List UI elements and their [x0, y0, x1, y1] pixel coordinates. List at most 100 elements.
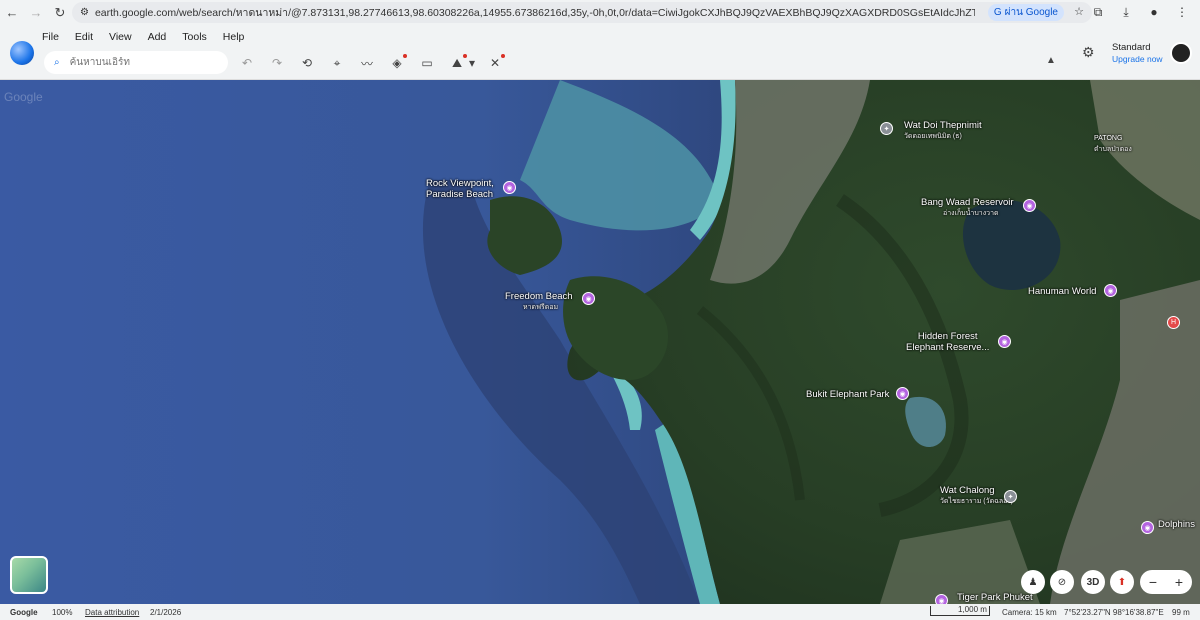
place-label-bukit-elephant[interactable]: Bukit Elephant Park — [806, 389, 889, 400]
lab-tools-icon[interactable]: ✕ — [484, 53, 506, 73]
menu-tools[interactable]: Tools — [182, 31, 207, 43]
place-name: Dolphins — [1158, 519, 1195, 530]
place-pin-bukit-elephant[interactable]: ◉ — [896, 387, 909, 400]
profile-icon[interactable]: ● — [1144, 2, 1164, 22]
path-icon[interactable]: 〰 — [356, 53, 378, 73]
place-name: Hidden Forest — [917, 331, 978, 342]
measure-icon[interactable]: ▭ — [416, 53, 438, 73]
undo-icon[interactable]: ↶ — [236, 53, 258, 73]
download-icon[interactable]: ⤓ — [1116, 2, 1136, 22]
place-label-hanuman-world[interactable]: Hanuman World — [1028, 286, 1096, 297]
menu-help[interactable]: Help — [223, 31, 245, 43]
place-pin-rock-viewpoint[interactable]: ◉ — [503, 181, 516, 194]
menu-add[interactable]: Add — [148, 31, 167, 43]
translate-icon: G — [993, 7, 1002, 18]
search-input[interactable] — [69, 57, 210, 68]
place-label-wat-chalong[interactable]: Wat Chalong วัดไชยธาราม (วัดฉลอง) — [940, 485, 1013, 507]
overlay-alert-dot — [463, 54, 467, 58]
earth-logo-icon[interactable] — [10, 41, 34, 65]
place-name-line2: Elephant Reserve... — [906, 342, 990, 353]
town-label-patong: PATONG ตำบลป่าตอง — [1094, 133, 1132, 155]
place-name: Rock Viewpoint, — [426, 178, 494, 189]
image-overlay-icon[interactable]: ⛰ — [446, 53, 468, 73]
layers-icon[interactable]: ◈ — [386, 53, 408, 73]
bookmark-star-icon[interactable]: ☆ — [1074, 5, 1084, 18]
map-style-thumbnail[interactable] — [10, 556, 48, 594]
chevron-up-icon[interactable]: ▲ — [1046, 55, 1060, 69]
place-pin-bang-waad[interactable]: ◉ — [1023, 199, 1036, 212]
menu-view[interactable]: View — [109, 31, 132, 43]
search-box[interactable]: ⌕ — [44, 51, 228, 74]
history-icon[interactable]: ⟲ — [296, 53, 318, 73]
zoom-in-button[interactable]: + — [1175, 574, 1183, 590]
camera-altitude: Camera: 15 km — [1002, 608, 1057, 617]
place-subname: วัดดอยเทพนิมิต (ธ) — [904, 133, 962, 140]
place-pin-wat-chalong[interactable]: ✦ — [1004, 490, 1017, 503]
compass-icon[interactable]: ⬆ — [1110, 570, 1134, 594]
browser-actions: ⧉ ⤓ ● ⋮ — [1088, 2, 1192, 22]
back-icon[interactable]: ← — [0, 1, 24, 25]
place-label-tiger-park[interactable]: Tiger Park Phuket — [957, 592, 1033, 603]
place-label-rock-viewpoint[interactable]: Rock Viewpoint, Paradise Beach — [426, 178, 494, 200]
place-label-bang-waad[interactable]: Bang Waad Reservoir อ่างเก็บน้ำบางวาด — [921, 197, 1014, 219]
earth-window: ← → ↻ ⚙ earth.google.com/web/search/หาดน… — [0, 0, 1200, 620]
lab-alert-dot — [501, 54, 505, 58]
place-pin-tiger-park[interactable]: ◉ — [935, 594, 948, 604]
place-name: Bukit Elephant Park — [806, 389, 890, 400]
hospital-pin-icon[interactable]: H — [1167, 316, 1180, 329]
menu-edit[interactable]: Edit — [75, 31, 93, 43]
tool-row: ↶ ↷ ⟲ ⌖ 〰 ◈ ▭ ⛰ ▾ ✕ — [236, 53, 514, 73]
place-name: Bang Waad Reservoir — [921, 197, 1014, 208]
place-subname: หาดฟรีดอม — [523, 304, 559, 311]
site-info-icon[interactable]: ⚙ — [80, 7, 89, 18]
translate-chip[interactable]: G ผ่าน Google — [987, 4, 1064, 21]
extensions-icon[interactable]: ⧉ — [1088, 2, 1108, 22]
menu-bar: File Edit View Add Tools Help — [42, 31, 244, 43]
more-icon[interactable]: ⋮ — [1172, 2, 1192, 22]
overlay-dropdown-icon[interactable]: ▾ — [468, 53, 476, 73]
status-bar: Google 100% Data attribution 2/1/2026 1,… — [0, 604, 1200, 620]
menu-file[interactable]: File — [42, 31, 59, 43]
town-subname: ตำบลป่าตอง — [1094, 146, 1132, 153]
place-label-hidden-forest[interactable]: Hidden Forest Elephant Reserve... — [906, 331, 989, 353]
pegman-icon[interactable]: ♟ — [1021, 570, 1045, 594]
place-label-dolphins[interactable]: Dolphins — [1158, 519, 1195, 530]
tilt-reset-icon[interactable]: ⊘ — [1050, 570, 1074, 594]
zoom-control: − + — [1140, 570, 1192, 594]
google-brand: Google — [10, 608, 38, 617]
faint-map-text: Google — [4, 90, 43, 104]
scale-bar — [930, 606, 990, 616]
zoom-out-button[interactable]: − — [1149, 574, 1157, 590]
place-name: Tiger Park Phuket — [957, 592, 1033, 603]
elevation: 99 m — [1172, 608, 1190, 617]
place-name: Wat Chalong — [940, 485, 995, 496]
upgrade-link[interactable]: Upgrade now — [1112, 54, 1163, 64]
forward-icon[interactable]: → — [24, 1, 48, 25]
translate-label: ผ่าน Google — [1004, 7, 1058, 18]
place-subname: วัดไชยธาราม (วัดฉลอง) — [940, 498, 1014, 505]
plan-label: Standard — [1112, 42, 1151, 53]
placemark-icon[interactable]: ⌖ — [326, 53, 348, 73]
toggle-3d-button[interactable]: 3D — [1081, 570, 1105, 594]
reload-icon[interactable]: ↻ — [48, 1, 72, 25]
imagery-date: 2/1/2026 — [150, 608, 182, 617]
place-name: Hanuman World — [1028, 286, 1097, 297]
town-name: PATONG — [1094, 135, 1123, 142]
settings-gear-icon[interactable]: ⚙ — [1082, 44, 1095, 61]
place-pin-hanuman-world[interactable]: ◉ — [1104, 284, 1117, 297]
place-pin-freedom-beach[interactable]: ◉ — [582, 292, 595, 305]
address-bar[interactable]: ⚙ earth.google.com/web/search/หาดนาหม่า/… — [72, 2, 1092, 23]
url-text: earth.google.com/web/search/หาดนาหม่า/@7… — [94, 7, 975, 19]
map-view[interactable]: Google ✦ Wat Doi Thepnimit วัดดอยเทพนิมิ… — [0, 80, 1200, 604]
zoom-level: 100% — [52, 608, 73, 617]
redo-icon[interactable]: ↷ — [266, 53, 288, 73]
place-label-wat-doi-thepnimit[interactable]: Wat Doi Thepnimit วัดดอยเทพนิมิต (ธ) — [904, 120, 982, 142]
place-pin-wat-doi-thepnimit[interactable]: ✦ — [880, 122, 893, 135]
avatar[interactable] — [1170, 42, 1192, 64]
place-pin-dolphins[interactable]: ◉ — [1141, 521, 1154, 534]
cursor-coordinates: 7°52'23.27"N 98°16'38.87"E — [1064, 608, 1164, 617]
place-pin-hidden-forest[interactable]: ◉ — [998, 335, 1011, 348]
place-label-freedom-beach[interactable]: Freedom Beach หาดฟรีดอม — [505, 291, 573, 313]
place-name: Freedom Beach — [505, 291, 573, 302]
data-attribution-link[interactable]: Data attribution — [85, 608, 139, 617]
